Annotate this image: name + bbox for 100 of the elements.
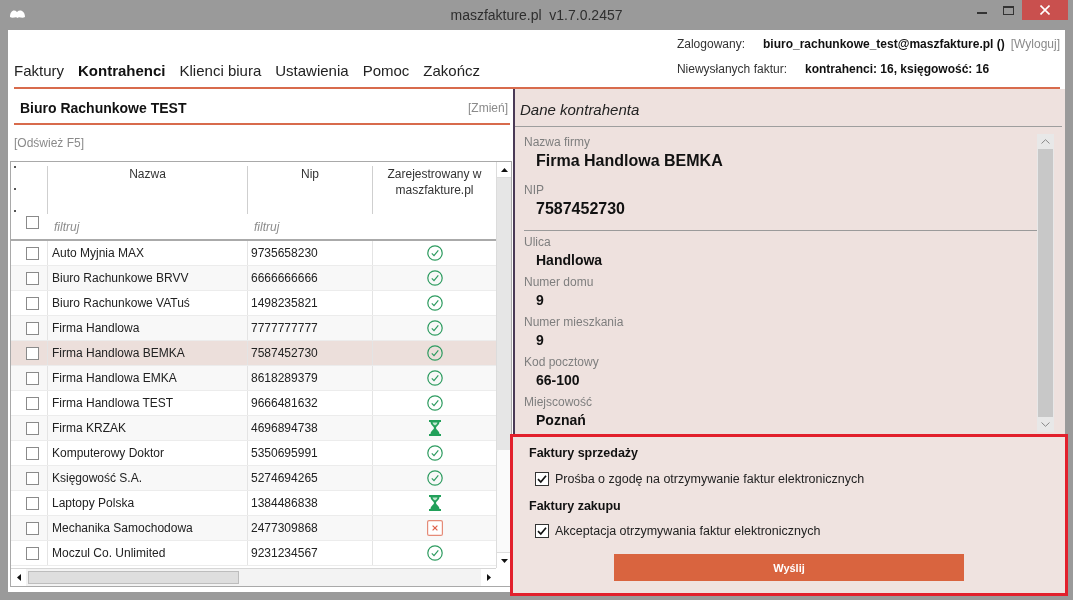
select-all-checkbox[interactable] <box>26 216 39 229</box>
triangle-left-icon <box>16 574 21 581</box>
check-circle-icon <box>426 370 443 386</box>
send-button[interactable]: Wyślij <box>614 554 964 581</box>
scrollbar-thumb[interactable] <box>28 571 239 584</box>
check-icon <box>537 526 547 536</box>
row-checkbox[interactable] <box>26 521 39 535</box>
menu-item[interactable]: Klienci biura <box>179 62 262 80</box>
row-checkbox[interactable] <box>26 371 39 385</box>
user-email: biuro_rachunkowe_test@maszfakture.pl () <box>763 36 1005 52</box>
change-link[interactable]: [Zmień] <box>468 96 508 120</box>
check-circle-icon <box>426 470 443 486</box>
table-cell: 7587452730 <box>251 346 318 360</box>
table-cell: 8618289379 <box>251 371 318 385</box>
row-checkbox[interactable] <box>26 471 39 485</box>
horizontal-scrollbar[interactable] <box>11 568 496 586</box>
menu-item[interactable]: Zakończ <box>423 62 480 80</box>
section-heading: Faktury sprzedaży <box>529 445 639 461</box>
table-cell: Moczul Co. Unlimited <box>52 546 166 560</box>
table-row[interactable]: Firma KRZAK 4696894738 <box>11 416 496 441</box>
hourglass-icon <box>428 420 441 436</box>
menu-item[interactable]: Ustawienia <box>275 62 349 80</box>
row-checkbox[interactable] <box>26 396 39 410</box>
chevron-up-icon <box>1041 139 1050 144</box>
table-row[interactable]: Moczul Co. Unlimited 9231234567 <box>11 541 496 566</box>
scrollbar-thumb[interactable] <box>1038 149 1053 417</box>
unsent-invoices-count: kontrahenci: 16, księgowość: 16 <box>805 61 990 77</box>
scroll-up-button[interactable] <box>497 162 511 178</box>
row-checkbox[interactable] <box>26 246 39 260</box>
menu-item[interactable]: Pomoc <box>362 62 410 80</box>
table-row[interactable]: Biuro Rachunkowe VATuś 1498235821 <box>11 291 496 316</box>
table-cell: Mechanika Samochodowa <box>52 521 193 535</box>
checkbox-label[interactable]: Akceptacja otrzymywania faktur elektronicznych <box>555 523 821 539</box>
table-row[interactable]: Biuro Rachunkowe BRVV 6666666666 <box>11 266 496 291</box>
field-value: Poznań <box>536 411 586 430</box>
menu-item[interactable]: Kontrahenci <box>78 62 166 80</box>
table-cell: Księgowość S.A. <box>52 471 143 485</box>
table-cell: 4696894738 <box>251 421 318 435</box>
row-checkbox[interactable] <box>26 446 39 460</box>
check-circle-icon <box>426 395 443 411</box>
check-circle-icon <box>426 345 443 361</box>
checkbox[interactable] <box>535 472 549 486</box>
scroll-down-button[interactable] <box>497 552 511 568</box>
field-label: Kod pocztowy <box>524 354 599 370</box>
field-label: Numer domu <box>524 274 594 290</box>
table-cell: 9666481632 <box>251 396 318 410</box>
field-label: Miejscowość <box>524 394 592 410</box>
row-checkbox[interactable] <box>26 421 39 435</box>
table-row[interactable]: Firma Handlowa EMKA 8618289379 <box>11 366 496 391</box>
table-cell: Firma Handlowa <box>52 321 140 335</box>
close-button[interactable] <box>1022 0 1068 20</box>
scrollbar-thumb[interactable] <box>497 178 511 450</box>
check-circle-icon <box>426 295 443 311</box>
table-cell: 9231234567 <box>251 546 318 560</box>
row-checkbox[interactable] <box>26 271 39 285</box>
chevron-down-icon <box>1041 422 1050 427</box>
field-label: NIP <box>524 182 544 198</box>
table-row[interactable]: Komputerowy Doktor 5350695991 <box>11 441 496 466</box>
vertical-scrollbar[interactable] <box>496 162 511 568</box>
check-circle-icon <box>426 320 443 336</box>
triangle-down-icon <box>500 558 508 563</box>
scroll-left-button[interactable] <box>11 569 26 586</box>
table-cell: 9735658230 <box>251 246 318 260</box>
menu-item[interactable]: Faktury <box>14 62 64 80</box>
scroll-right-button[interactable] <box>481 569 496 586</box>
app-icon <box>9 8 26 20</box>
checkbox[interactable] <box>535 524 549 538</box>
check-circle-icon <box>426 445 443 461</box>
column-header[interactable]: Nazwa <box>129 166 166 182</box>
filter-field[interactable]: filtruj <box>47 214 247 239</box>
column-header[interactable]: Zarejestrowany w maszfakture.pl <box>377 166 492 198</box>
check-circle-icon <box>426 270 443 286</box>
section-heading: Faktury zakupu <box>529 498 621 514</box>
column-header[interactable]: Nip <box>301 166 319 182</box>
refresh-link[interactable]: [Odśwież F5] <box>14 135 85 151</box>
vertical-scrollbar[interactable] <box>1037 134 1054 432</box>
table-row[interactable]: Firma Handlowa BEMKA 7587452730 <box>11 341 496 366</box>
row-checkbox[interactable] <box>26 321 39 335</box>
table-row[interactable]: Auto Myjnia MAX 9735658230 <box>11 241 496 266</box>
checkbox-label[interactable]: Prośba o zgodę na otrzymywanie faktur elektronicznych <box>555 471 865 487</box>
field-value: Handlowa <box>536 251 603 270</box>
minimize-icon <box>976 12 987 14</box>
table-row[interactable]: Firma Handlowa TEST 9666481632 <box>11 391 496 416</box>
logout-link[interactable]: [Wyloguj] <box>1010 36 1060 52</box>
filter-field[interactable]: filtruj <box>247 214 372 239</box>
table-row[interactable]: Księgowość S.A. 5274694265 <box>11 466 496 491</box>
field-value: Firma Handlowa BEMKA <box>536 151 723 171</box>
table-row[interactable]: Laptopy Polska 1384486838 <box>11 491 496 516</box>
field-label: Ulica <box>524 234 551 250</box>
row-checkbox[interactable] <box>26 496 39 510</box>
x-box-icon <box>426 520 443 536</box>
row-checkbox[interactable] <box>26 546 39 560</box>
table-row[interactable]: Firma Handlowa 7777777777 <box>11 316 496 341</box>
table-cell: Firma KRZAK <box>52 421 126 435</box>
check-circle-icon <box>426 245 443 261</box>
row-checkbox[interactable] <box>26 296 39 310</box>
table-row[interactable]: Mechanika Samochodowa 2477309868 <box>11 516 496 541</box>
row-checkbox[interactable] <box>26 346 39 360</box>
field-value: 9 <box>536 331 544 350</box>
window-title: maszfakture.pl v1.7.0.2457 <box>450 6 623 25</box>
